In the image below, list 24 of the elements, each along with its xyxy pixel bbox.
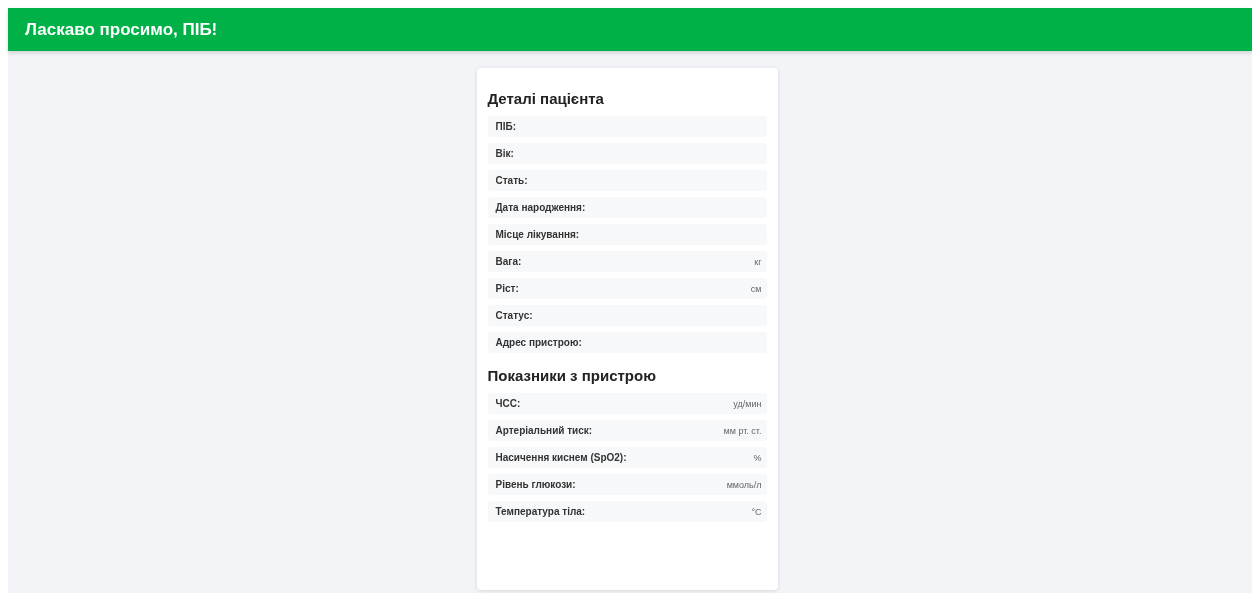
unit-label: °C [751,506,762,517]
field-label: ЧСС: [495,398,521,409]
field-label: ПІБ: [495,121,516,132]
field-label: Стать: [495,175,528,186]
field-label: Насичення киснем (SpO2): [495,452,627,463]
section-title: Деталі пацієнта [487,90,605,107]
unit-label: см [750,283,762,294]
field-label: Рівень глюкози: [495,479,576,490]
field-label: Артеріальний тиск: [495,425,593,436]
unit-label: % [753,452,762,463]
field-label: Місце лікування: [495,229,580,240]
field-label: Вага: [495,256,522,267]
field-label: Статус: [495,310,533,321]
unit-label: кг [754,256,762,267]
unit-label: ммоль/л [726,479,762,490]
welcome-title: Ласкаво просимо, ПІБ! [25,19,218,40]
section-title: Показники з пристрою [487,367,657,384]
field-label: Вік: [495,148,514,159]
unit-label: мм рт. ст. [723,425,762,436]
field-label: Дата народження: [495,202,586,213]
field-label: Ріст: [495,283,519,294]
unit-label: уд/мин [733,398,762,409]
field-label: Температура тіла: [495,506,586,517]
field-label: Адрес пристрою: [495,337,582,348]
